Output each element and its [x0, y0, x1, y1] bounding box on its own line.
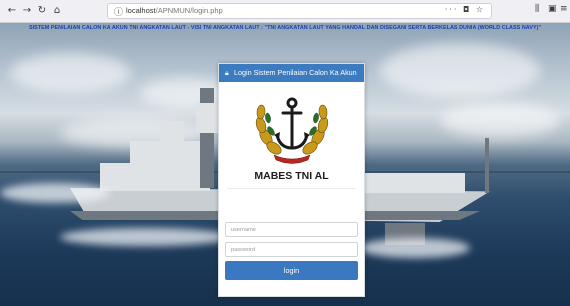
url-text[interactable]: localhost/APNMUN/login.php	[126, 6, 223, 15]
brand-title: MABES TNI AL	[254, 170, 329, 182]
wave	[360, 238, 470, 258]
divider	[227, 188, 356, 189]
address-bar[interactable]: ⓘ localhost/APNMUN/login.php ··· ◘ ☆	[107, 3, 492, 19]
lock-icon: 🔒︎	[225, 69, 229, 77]
username-input[interactable]	[225, 222, 358, 237]
home-icon[interactable]: ⌂	[51, 5, 63, 17]
star-icon[interactable]: ☆	[476, 5, 485, 14]
browser-toolbar: ← → ↻ ⌂ ⓘ localhost/APNMUN/login.php ···…	[0, 0, 570, 23]
navy-emblem-logo	[255, 97, 329, 164]
reload-icon[interactable]: ↻	[36, 5, 48, 17]
library-icon[interactable]: ⫼	[535, 4, 539, 14]
page-background: SISTEM PENILAIAN CALON KA AKUN TNI ANGKA…	[0, 23, 570, 306]
page-actions[interactable]: ··· ◘ ☆	[445, 5, 485, 14]
forward-icon[interactable]: →	[21, 5, 33, 17]
password-input[interactable]	[225, 242, 358, 257]
cloud	[10, 53, 130, 93]
url-path: /APNMUN/login.php	[155, 6, 223, 15]
login-card-header: 🔒︎ Login Sistem Penilaian Calon Ka Akun	[219, 64, 364, 82]
wave	[0, 183, 110, 203]
menu-icon[interactable]: ≡	[560, 4, 568, 14]
pocket-icon[interactable]: ◘	[463, 5, 471, 14]
cloud	[440, 103, 560, 138]
marquee-banner: SISTEM PENILAIAN CALON KA AKUN TNI ANGKA…	[28, 25, 542, 31]
url-host: localhost	[126, 6, 156, 15]
cloud	[380, 43, 540, 98]
ellipsis-icon[interactable]: ···	[445, 5, 459, 14]
login-card-title: Login Sistem Penilaian Calon Ka Akun	[234, 68, 357, 77]
site-info-icon[interactable]: ⓘ	[114, 5, 123, 18]
wave	[60, 228, 230, 246]
back-icon[interactable]: ←	[6, 5, 18, 17]
login-card: 🔒︎ Login Sistem Penilaian Calon Ka Akun	[218, 63, 365, 297]
sidebar-icon[interactable]: ▣	[548, 4, 557, 14]
login-button[interactable]: login	[225, 261, 358, 280]
